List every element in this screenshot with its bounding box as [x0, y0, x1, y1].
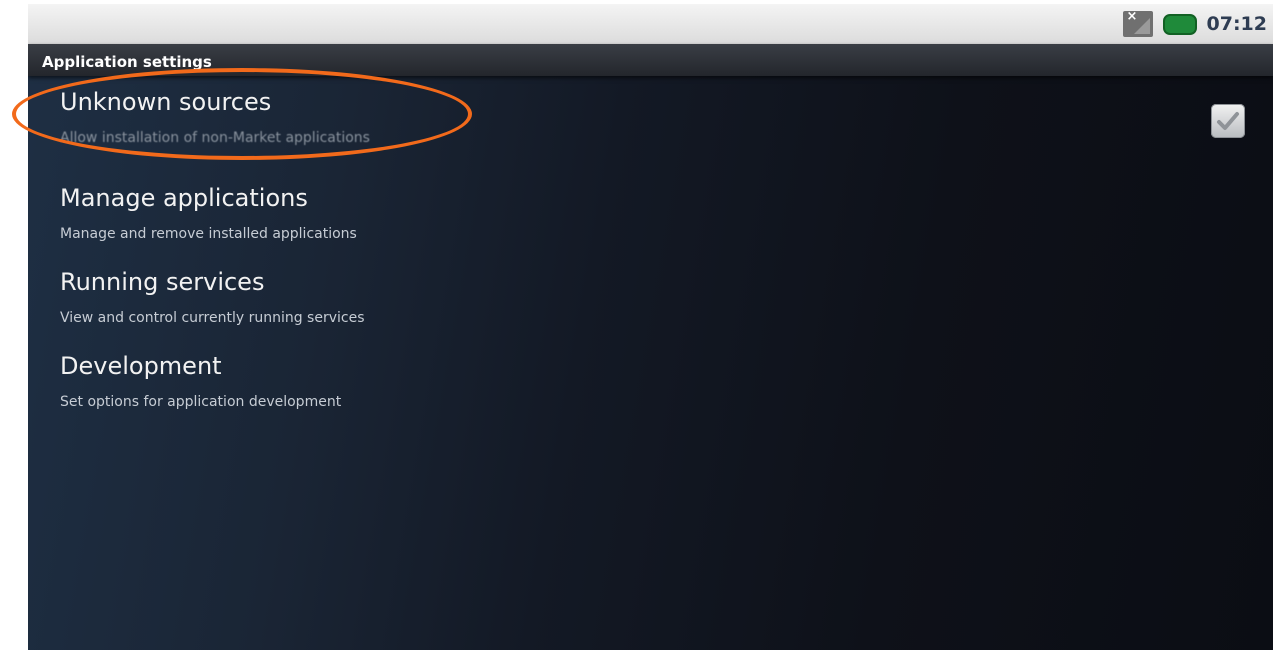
title-bar: Application settings — [28, 44, 1273, 76]
setting-unknown-sources[interactable]: Unknown sources Allow installation of no… — [28, 88, 1273, 166]
checkmark-icon — [1217, 112, 1239, 130]
status-icons: 07:12 — [1122, 4, 1273, 44]
setting-summary: Set options for application development — [60, 394, 342, 410]
setting-summary: Allow installation of non-Market applica… — [60, 130, 370, 146]
setting-title: Running services — [60, 268, 265, 296]
setting-manage-applications[interactable]: Manage applications Manage and remove in… — [28, 184, 1273, 262]
setting-summary: View and control currently running servi… — [60, 310, 365, 326]
setting-title: Manage applications — [60, 184, 308, 212]
setting-title: Unknown sources — [60, 88, 272, 116]
setting-development[interactable]: Development Set options for application … — [28, 352, 1273, 430]
android-screen: 07:12 Application settings Unknown sourc… — [28, 4, 1273, 650]
setting-running-services[interactable]: Running services View and control curren… — [28, 268, 1273, 346]
setting-summary: Manage and remove installed applications — [60, 226, 357, 242]
no-signal-icon — [1122, 9, 1153, 37]
status-bar: 07:12 — [28, 4, 1273, 44]
status-clock: 07:12 — [1206, 13, 1267, 35]
setting-title: Development — [60, 352, 222, 380]
battery-icon — [1162, 13, 1197, 35]
unknown-sources-checkbox[interactable] — [1211, 104, 1245, 138]
page-title: Application settings — [42, 53, 212, 71]
